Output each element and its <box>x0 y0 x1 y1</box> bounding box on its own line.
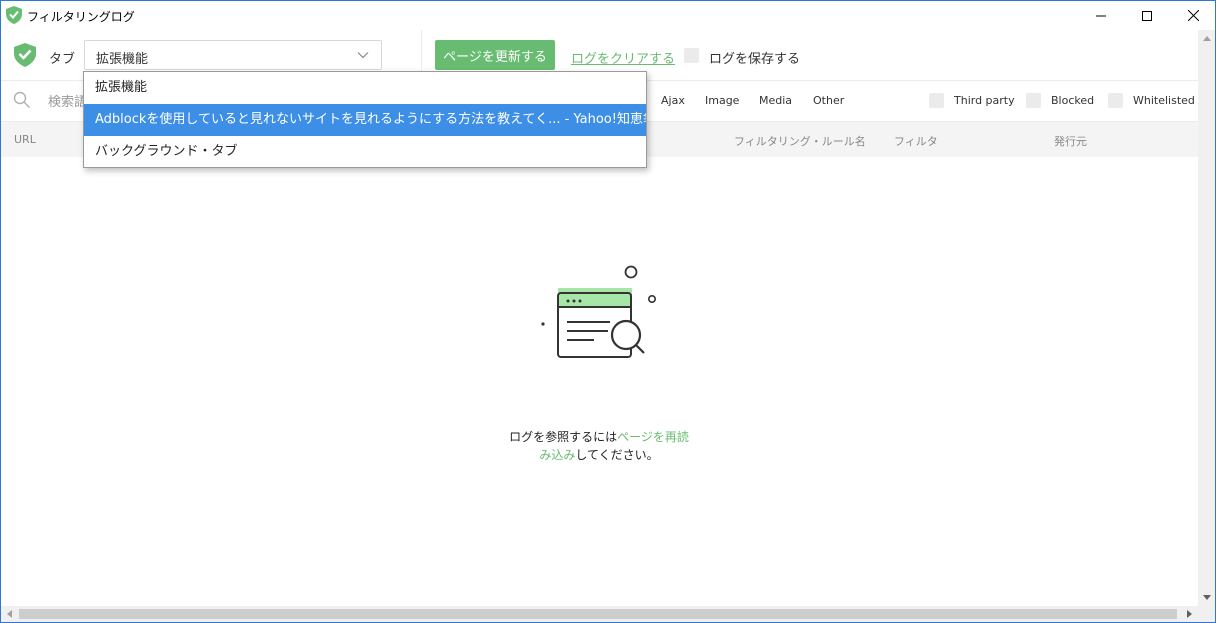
whitelisted-label: Whitelisted <box>1133 94 1195 107</box>
title-bar: フィルタリングログ <box>1 1 1215 30</box>
dropdown-option-selected[interactable]: Adblockを使用していると見れないサイトを見れるようにする方法を教えてく..… <box>84 104 646 136</box>
third-party-label: Third party <box>954 94 1015 107</box>
reload-page-link[interactable]: ページを再読 <box>617 430 689 444</box>
empty-message-line2: み込みしてください。 <box>0 446 1198 463</box>
arrow-down-icon <box>1202 595 1211 600</box>
blocked-checkbox[interactable] <box>1026 93 1041 108</box>
refresh-page-button[interactable]: ページを更新する <box>435 40 555 70</box>
filter-type-image[interactable]: Image <box>705 94 739 107</box>
blocked-label: Blocked <box>1051 94 1095 107</box>
tab-select-dropdown: 拡張機能 Adblockを使用していると見れないサイトを見れるようにする方法を教… <box>83 71 647 168</box>
column-header-url[interactable]: URL <box>14 133 36 146</box>
close-icon <box>1187 10 1199 21</box>
arrow-left-icon <box>7 610 12 618</box>
dropdown-option[interactable]: バックグラウンド・タブ <box>84 136 646 168</box>
search-icon <box>13 91 30 108</box>
tab-select[interactable]: 拡張機能 <box>84 40 382 70</box>
scroll-down-button[interactable] <box>1198 589 1215 606</box>
reload-page-link-cont[interactable]: み込み <box>539 448 575 462</box>
column-header-filter[interactable]: フィルタ <box>894 133 938 149</box>
close-button[interactable] <box>1170 1 1216 30</box>
filter-type-ajax[interactable]: Ajax <box>661 94 685 107</box>
minimize-icon <box>1096 15 1106 16</box>
maximize-button[interactable] <box>1124 1 1170 30</box>
save-log-label: ログを保存する <box>709 52 801 67</box>
horizontal-scrollbar[interactable] <box>1 606 1198 622</box>
horizontal-scroll-thumb[interactable] <box>19 609 1177 619</box>
chevron-down-icon <box>357 52 369 59</box>
arrow-right-icon <box>1187 610 1192 618</box>
filter-type-other[interactable]: Other <box>813 94 844 107</box>
scroll-right-button[interactable] <box>1181 606 1198 622</box>
dropdown-option[interactable]: 拡張機能 <box>84 72 646 104</box>
adguard-shield-icon <box>6 6 22 24</box>
window-title: フィルタリングログ <box>27 10 135 24</box>
column-header-rule[interactable]: フィルタリング・ルール名 <box>734 133 866 149</box>
empty-message-line1: ログを参照するにはページを再読 <box>0 428 1198 445</box>
scrollbar-corner <box>1198 606 1215 622</box>
arrow-up-icon <box>1202 36 1211 41</box>
empty-log-illustration-icon <box>541 265 657 358</box>
third-party-checkbox[interactable] <box>929 93 944 108</box>
empty-message-text-end: してください。 <box>575 448 659 462</box>
minimize-button[interactable] <box>1078 1 1124 30</box>
search-input[interactable]: 検索語 <box>48 91 88 111</box>
scroll-left-button[interactable] <box>1 606 18 622</box>
empty-message-text: ログを参照するには <box>509 430 618 444</box>
scroll-up-button[interactable] <box>1198 30 1215 47</box>
column-header-source[interactable]: 発行元 <box>1054 133 1087 149</box>
whitelisted-checkbox[interactable] <box>1108 93 1123 108</box>
filter-type-media[interactable]: Media <box>759 94 792 107</box>
clear-log-link[interactable]: ログをクリアする <box>571 48 675 67</box>
tab-select-value: 拡張機能 <box>96 52 149 67</box>
vertical-scrollbar[interactable] <box>1198 30 1215 606</box>
save-log-checkbox[interactable] <box>684 48 699 63</box>
adguard-logo-icon <box>14 43 36 67</box>
tab-label: タブ <box>49 52 76 67</box>
maximize-icon <box>1142 10 1152 21</box>
